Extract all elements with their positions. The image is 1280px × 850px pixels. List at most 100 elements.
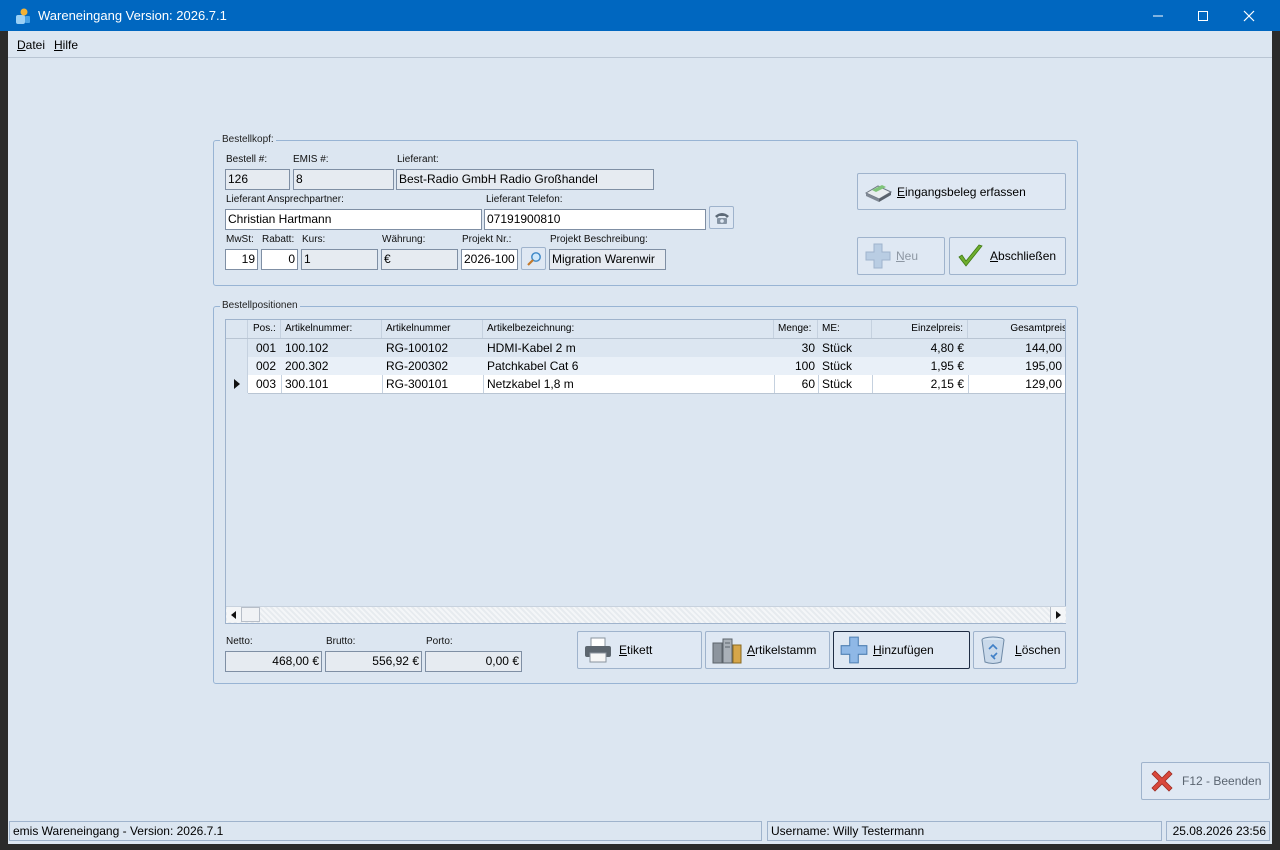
- column-header-artikelnummer[interactable]: Artikelnummer: [382, 320, 483, 338]
- bestell-nr-label: Bestell #:: [226, 154, 268, 165]
- abschliessen-button[interactable]: Abschließen: [949, 237, 1066, 275]
- column-header-pos[interactable]: Pos.:: [248, 320, 281, 338]
- brutto-field[interactable]: 556,92 €: [325, 651, 422, 672]
- ansprechpartner-field[interactable]: Christian Hartmann: [225, 209, 482, 230]
- plus-icon: [840, 636, 868, 664]
- netto-label: Netto:: [226, 636, 253, 647]
- plus-icon: [865, 243, 891, 269]
- beenden-button[interactable]: F12 - Beenden: [1141, 762, 1270, 800]
- cell-gesamtpreis: 129,00: [1025, 377, 1062, 391]
- loeschen-button[interactable]: Löschen: [973, 631, 1066, 669]
- column-header-gesamtpreis[interactable]: Gesamtpreis: [968, 320, 1065, 338]
- waehrung-label: Währung:: [382, 234, 426, 245]
- mwst-label: MwSt:: [226, 234, 254, 245]
- projekt-search-button[interactable]: [521, 247, 546, 270]
- cell-bezeichnung: Patchkabel Cat 6: [487, 359, 579, 373]
- cell-pos: 003: [256, 377, 277, 391]
- column-header-menge[interactable]: Menge:: [774, 320, 818, 338]
- emis-nr-field[interactable]: 8: [293, 169, 394, 190]
- scroll-right-button[interactable]: [1050, 607, 1065, 622]
- projekt-beschreibung-field[interactable]: Migration Warenwir: [549, 249, 666, 270]
- hinzufuegen-button[interactable]: Hinzufügen: [833, 631, 970, 669]
- cell-me: Stück: [822, 377, 853, 391]
- netto-field[interactable]: 468,00 €: [225, 651, 322, 672]
- cell-bezeichnung: HDMI-Kabel 2 m: [487, 341, 576, 355]
- scanner-icon: [864, 184, 892, 202]
- arrow-right-icon: [1056, 610, 1061, 619]
- telefon-field[interactable]: 07191900810: [484, 209, 706, 230]
- close-x-icon: [1151, 770, 1173, 792]
- row-indicator-header: [226, 320, 248, 338]
- cell-bezeichnung: Netzkabel 1,8 m: [487, 377, 574, 391]
- status-version: emis Wareneingang - Version: 2026.7.1: [9, 821, 762, 841]
- etikett-label: Etikett: [619, 643, 653, 657]
- scroll-left-button[interactable]: [227, 607, 241, 622]
- cell-artikelnummer-intern: 300.101: [285, 377, 329, 391]
- row-indicator: [226, 339, 248, 357]
- status-datetime: 25.08.2026 23:56: [1166, 821, 1270, 841]
- bestell-nr-field[interactable]: 126: [225, 169, 290, 190]
- cell-me: Stück: [822, 341, 853, 355]
- minimize-button[interactable]: [1135, 0, 1181, 31]
- cell-artikelnummer: RG-100102: [386, 341, 449, 355]
- emis-nr-label: EMIS #:: [293, 154, 329, 165]
- ansprechpartner-label: Lieferant Ansprechpartner:: [226, 194, 344, 205]
- minimize-icon: [1153, 15, 1163, 16]
- row-indicator: [226, 375, 248, 393]
- porto-label: Porto:: [426, 636, 453, 647]
- status-user: Username: Willy Testermann: [767, 821, 1162, 841]
- eingangsbeleg-label: Eingangsbeleg erfassen: [897, 184, 1026, 199]
- cell-separator: [281, 375, 282, 393]
- bestellkopf-title: Bestellkopf:: [220, 134, 276, 145]
- projekt-nr-field[interactable]: 2026-100: [461, 249, 518, 270]
- printer-icon: [585, 637, 611, 663]
- menu-datei[interactable]: Datei: [17, 38, 45, 52]
- column-header-artikelnummer-intern[interactable]: Artikelnummer:: [281, 320, 382, 338]
- cell-artikelnummer: RG-200302: [386, 359, 449, 373]
- cell-artikelnummer-intern: 200.302: [285, 359, 329, 373]
- cell-separator: [483, 375, 484, 393]
- cell-menge: 30: [801, 341, 815, 355]
- cell-menge: 100: [794, 359, 815, 373]
- waehrung-field[interactable]: €: [381, 249, 458, 270]
- beenden-label: F12 - Beenden: [1182, 774, 1262, 788]
- recycle-bin-icon: [981, 636, 1005, 664]
- menu-hilfe[interactable]: Hilfe: [54, 38, 78, 52]
- row-indicator: [226, 357, 248, 375]
- neu-button[interactable]: Neu: [857, 237, 945, 275]
- loeschen-label: Löschen: [1015, 643, 1061, 657]
- projekt-nr-label: Projekt Nr.:: [462, 234, 512, 245]
- artikelstamm-button[interactable]: Artikelstamm: [705, 631, 830, 669]
- rabatt-field[interactable]: 0: [261, 249, 298, 270]
- cell-gesamtpreis: 195,00: [1025, 359, 1062, 373]
- close-button[interactable]: [1226, 0, 1272, 31]
- cell-pos: 002: [256, 359, 277, 373]
- column-header-me[interactable]: ME:: [818, 320, 872, 338]
- mwst-field[interactable]: 19: [225, 249, 258, 270]
- cell-einzelpreis: 4,80 €: [930, 341, 964, 355]
- neu-label: Neu: [896, 249, 919, 263]
- scroll-thumb[interactable]: [241, 607, 260, 622]
- rabatt-label: Rabatt:: [262, 234, 295, 245]
- window-title: Wareneingang Version: 2026.7.1: [38, 8, 227, 23]
- row-divider: [248, 393, 1065, 394]
- cell-einzelpreis: 1,95 €: [930, 359, 964, 373]
- column-header-einzelpreis[interactable]: Einzelpreis:: [872, 320, 968, 338]
- lieferant-field[interactable]: Best-Radio GmbH Radio Großhandel: [396, 169, 654, 190]
- horizontal-scrollbar[interactable]: [226, 606, 1066, 623]
- porto-field[interactable]: 0,00 €: [425, 651, 522, 672]
- cell-separator: [382, 375, 383, 393]
- eingangsbeleg-button[interactable]: Eingangsbeleg erfassen: [857, 173, 1066, 210]
- column-header-bezeichnung[interactable]: Artikelbezeichnung:: [483, 320, 774, 338]
- kurs-field[interactable]: 1: [301, 249, 378, 270]
- etikett-button[interactable]: Etikett: [577, 631, 702, 669]
- brutto-label: Brutto:: [326, 636, 356, 647]
- hinzufuegen-label: Hinzufügen: [873, 643, 934, 657]
- maximize-button[interactable]: [1180, 0, 1226, 31]
- cell-menge: 60: [801, 377, 815, 391]
- cell-artikelnummer-intern: 100.102: [285, 341, 329, 355]
- positions-grid[interactable]: Pos.: Artikelnummer: Artikelnummer Artik…: [225, 319, 1066, 624]
- app-icon: [16, 8, 30, 24]
- dial-phone-button[interactable]: [709, 206, 734, 229]
- row-pointer-icon: [233, 379, 240, 389]
